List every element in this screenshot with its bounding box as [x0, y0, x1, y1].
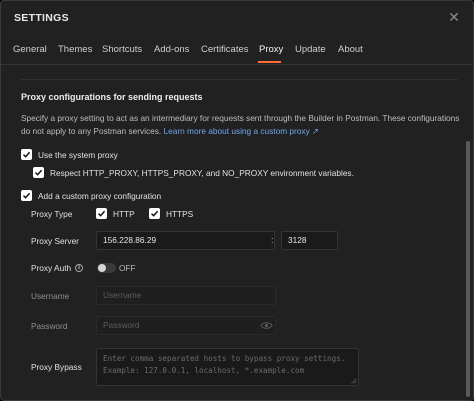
checkmark-icon [22, 192, 31, 199]
respect-env-vars-checkbox[interactable] [33, 167, 44, 178]
respect-env-vars-label: Respect HTTP_PROXY, HTTPS_PROXY, and NO_… [50, 168, 354, 178]
toggle-knob [98, 264, 106, 272]
use-system-proxy-checkbox[interactable] [21, 149, 32, 160]
resize-grip-icon[interactable] [351, 378, 357, 384]
proxy-server-host-input[interactable]: 156.228.86.29 [96, 231, 275, 250]
proxy-type-http-checkbox[interactable] [96, 208, 107, 219]
divider [20, 79, 458, 80]
eye-icon[interactable] [260, 321, 273, 330]
tab-add-ons[interactable]: Add-ons [154, 44, 189, 55]
close-icon[interactable]: ✕ [446, 9, 462, 25]
username-input[interactable]: Username [96, 286, 276, 305]
tab-general[interactable]: General [13, 44, 47, 55]
scrollbar-thumb[interactable] [466, 141, 470, 397]
checkmark-icon [150, 210, 159, 217]
custom-proxy-label: Add a custom proxy configuration [38, 191, 162, 201]
username-label: Username [31, 291, 70, 301]
settings-window: SETTINGS ✕ General Themes Shortcuts Add-… [0, 0, 474, 401]
proxy-server-port-input[interactable]: 3128 [281, 231, 338, 250]
tab-proxy[interactable]: Proxy [259, 44, 283, 55]
proxy-type-https-checkbox[interactable] [149, 208, 160, 219]
proxy-bypass-textarea[interactable]: Enter comma separated hosts to bypass pr… [96, 348, 359, 386]
checkmark-icon [22, 151, 31, 158]
tab-certificates[interactable]: Certificates [201, 44, 249, 55]
title-bar: SETTINGS ✕ [1, 1, 473, 35]
proxy-auth-state: OFF [119, 263, 136, 273]
window-title: SETTINGS [14, 12, 69, 24]
proxy-bypass-label: Proxy Bypass [31, 362, 82, 372]
password-label: Password [31, 321, 68, 331]
settings-tabs: General Themes Shortcuts Add-ons Certifi… [1, 39, 473, 65]
learn-more-link[interactable]: Learn more about using a custom proxy ↗ [164, 126, 319, 136]
checkmark-icon [97, 210, 106, 217]
proxy-auth-toggle[interactable] [97, 263, 116, 273]
custom-proxy-checkbox[interactable] [21, 190, 32, 201]
section-title: Proxy configurations for sending request… [21, 92, 203, 102]
host-port-separator: : [271, 235, 274, 245]
tab-update[interactable]: Update [295, 44, 326, 55]
proxy-type-https-label: HTTPS [166, 209, 194, 219]
proxy-settings-panel: Proxy configurations for sending request… [1, 66, 473, 400]
tab-shortcuts[interactable]: Shortcuts [102, 44, 142, 55]
tab-about[interactable]: About [338, 44, 363, 55]
proxy-description: Specify a proxy setting to act as an int… [21, 112, 461, 138]
active-tab-indicator [258, 61, 281, 63]
use-system-proxy-label: Use the system proxy [38, 150, 118, 160]
checkmark-icon [34, 169, 43, 176]
proxy-type-http-label: HTTP [113, 209, 135, 219]
info-icon[interactable]: i [75, 264, 83, 272]
proxy-auth-label: Proxy Auth [31, 263, 72, 273]
proxy-server-label: Proxy Server [31, 236, 79, 246]
tab-themes[interactable]: Themes [58, 44, 92, 55]
proxy-type-label: Proxy Type [31, 209, 73, 219]
password-input[interactable]: Password [96, 316, 276, 335]
